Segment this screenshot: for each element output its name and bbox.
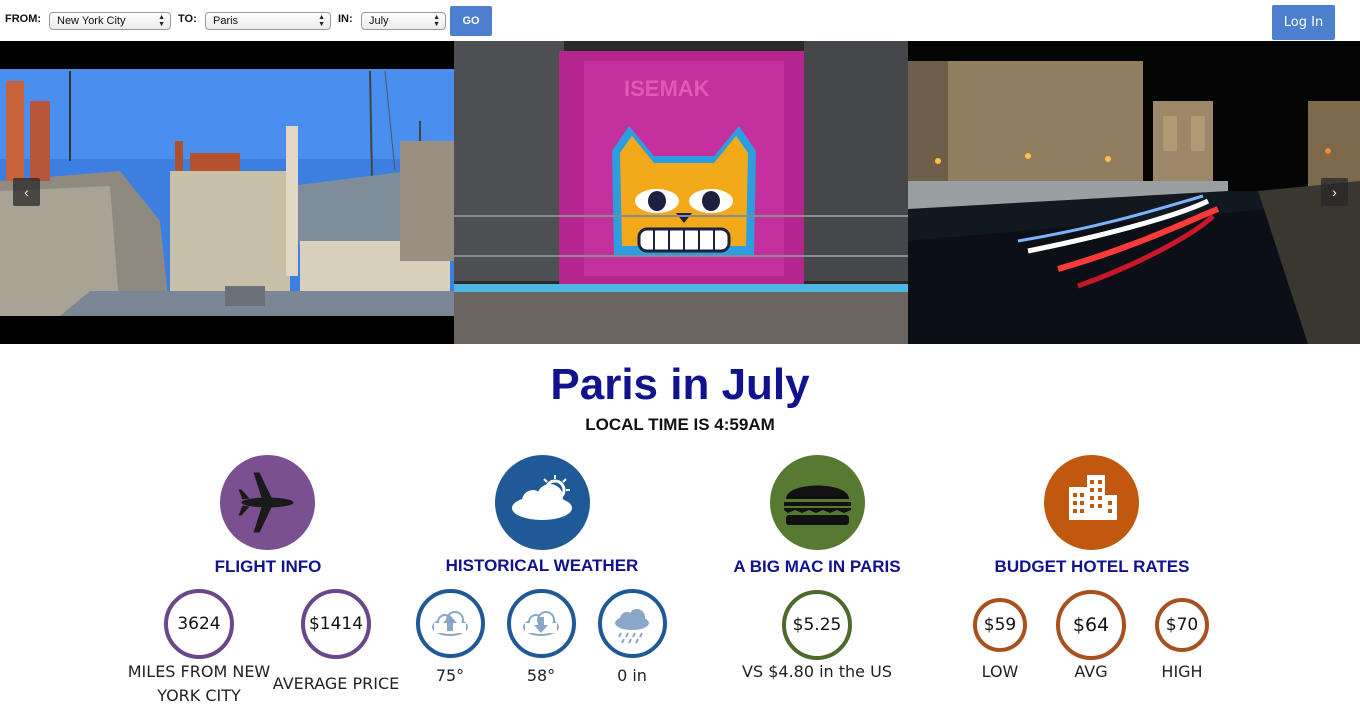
carousel-photo-rooftops [0, 41, 454, 344]
bigmac-badge [770, 455, 865, 550]
price-value: $1414 [308, 614, 364, 634]
cloud-upload-icon [432, 611, 468, 636]
photo-carousel: ISEMAK ‹ › [0, 41, 1360, 344]
month-select[interactable]: July ▲ ▼ [361, 12, 446, 30]
svg-text:ISEMAK: ISEMAK [624, 76, 710, 101]
airplane-icon [238, 472, 294, 533]
carousel-photo-street-art: ISEMAK [454, 41, 908, 344]
select-arrows-icon: ▲ ▼ [318, 14, 325, 28]
carousel-next-button[interactable]: › [1321, 178, 1348, 206]
hotel-heading: BUDGET HOTEL RATES [994, 557, 1190, 576]
hotel-high-value: $70 [1165, 615, 1199, 635]
flight-info-badge [220, 455, 315, 550]
hotel-low-value: $59 [983, 615, 1017, 635]
from-select-value: New York City [57, 15, 126, 27]
to-select-value: Paris [213, 15, 239, 27]
bigmac-price-ring: $5.25 [782, 590, 852, 660]
from-select[interactable]: New York City ▲ ▼ [49, 12, 171, 30]
go-button[interactable]: GO [450, 6, 492, 36]
cloud-download-icon [523, 611, 559, 636]
hotel-low-caption: LOW [981, 662, 1019, 681]
select-arrows-icon: ▲ ▼ [158, 14, 165, 28]
hotel-low-ring: $59 [973, 598, 1027, 652]
high-temp-caption: 75° [435, 666, 465, 685]
to-select[interactable]: Paris ▲ ▼ [205, 12, 331, 30]
carousel-photo-night-river [908, 41, 1360, 344]
rain-cloud-icon [615, 609, 649, 644]
bigmac-price-value: $5.25 [792, 615, 842, 635]
partly-cloudy-icon [512, 475, 572, 520]
in-label: IN: [338, 13, 353, 25]
login-button[interactable]: Log In [1272, 5, 1335, 40]
price-caption: AVERAGE PRICE [272, 674, 400, 693]
page-title: Paris in July [550, 360, 810, 409]
hotel-building-icon [1069, 475, 1117, 520]
weather-badge [495, 455, 590, 550]
select-arrows-icon: ▲ ▼ [433, 14, 440, 28]
to-label: TO: [178, 13, 197, 25]
precip-caption: 0 in [617, 666, 647, 685]
hotel-high-ring: $70 [1155, 598, 1209, 652]
bigmac-heading: A BIG MAC IN PARIS [733, 557, 901, 576]
carousel-prev-button[interactable]: ‹ [13, 178, 40, 206]
miles-ring: 3624 [164, 589, 234, 659]
burger-icon [784, 485, 851, 525]
hotel-avg-caption: AVG [1074, 662, 1108, 681]
local-time: LOCAL TIME IS 4:59AM [585, 415, 775, 434]
from-label: FROM: [5, 13, 42, 25]
hotel-avg-value: $64 [1072, 614, 1110, 636]
price-ring: $1414 [301, 589, 371, 659]
hotel-badge [1044, 455, 1139, 550]
precip-ring [598, 589, 667, 658]
month-select-value: July [369, 15, 389, 27]
miles-value: 3624 [177, 614, 221, 634]
hotel-avg-ring: $64 [1056, 590, 1126, 660]
low-temp-caption: 58° [526, 666, 556, 685]
flight-info-heading: FLIGHT INFO [214, 557, 322, 576]
search-bar: FROM: New York City ▲ ▼ TO: Paris ▲ ▼ IN: … [0, 0, 1360, 40]
weather-heading: HISTORICAL WEATHER [445, 556, 639, 575]
hotel-high-caption: HIGH [1161, 662, 1203, 681]
bigmac-compare-caption: VS $4.80 in the US [742, 662, 892, 681]
low-temp-ring [507, 589, 576, 658]
high-temp-ring [416, 589, 485, 658]
